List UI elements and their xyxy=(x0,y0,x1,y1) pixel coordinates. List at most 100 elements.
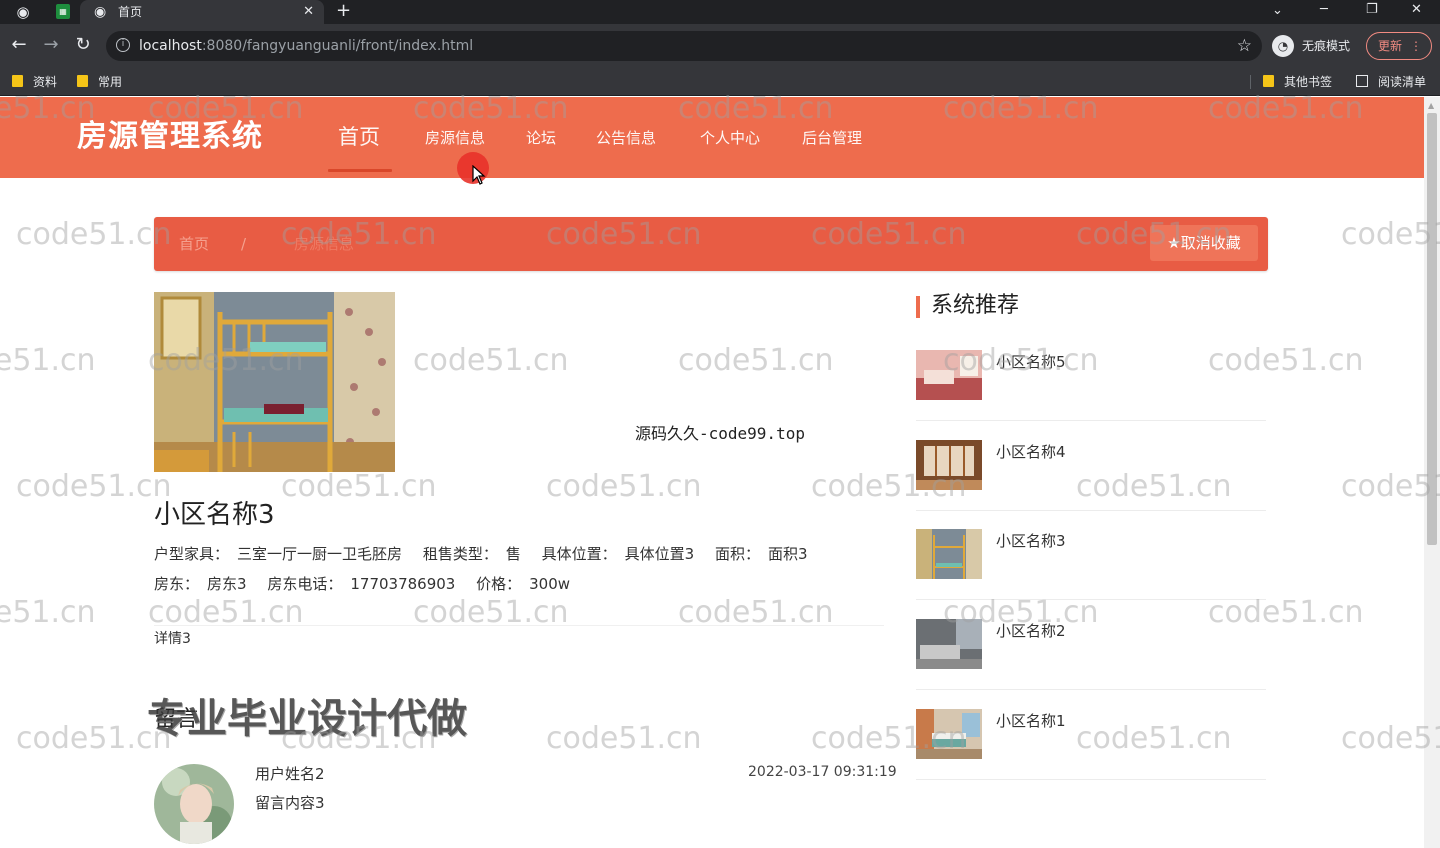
recommend-title: 系统推荐 xyxy=(931,293,1020,318)
mouse-cursor-icon xyxy=(472,165,486,185)
window-close-icon[interactable]: ✕ xyxy=(1411,1,1422,19)
nav-forum[interactable]: 论坛 xyxy=(526,127,556,149)
bookmark-folder-2[interactable]: 常用 xyxy=(77,73,122,91)
recommend-thumb[interactable] xyxy=(916,709,982,759)
forward-arrow-icon[interactable]: → xyxy=(40,34,62,56)
recommend-thumb[interactable] xyxy=(916,350,982,400)
section-accent-bar xyxy=(916,296,920,318)
address-bar[interactable]: i localhost:8080/fangyuanguanli/front/in… xyxy=(106,31,1262,61)
reading-list[interactable]: 阅读清单 xyxy=(1356,73,1426,91)
divider xyxy=(154,625,884,626)
unfavorite-label: 取消收藏 xyxy=(1180,234,1241,252)
page-viewport: 房源管理系统 首页 房源信息 论坛 公告信息 个人中心 后台管理 首页 / 房源… xyxy=(0,97,1440,848)
bookmark-folder-1[interactable]: 资料 xyxy=(12,73,57,91)
landlord-value: 房东3 xyxy=(207,575,247,593)
minimize-icon[interactable]: ─ xyxy=(1320,1,1328,19)
unfavorite-button[interactable]: ★取消收藏 xyxy=(1150,225,1258,261)
house-photo[interactable] xyxy=(154,292,395,472)
house-meta-row-1: 户型家具： 三室一厅一厨一卫毛胚房 租售类型： 售 具体位置： 具体位置3 面积： 面积… xyxy=(154,544,824,564)
nav-announcements[interactable]: 公告信息 xyxy=(596,127,656,149)
layout-key: 户型家具： xyxy=(154,545,230,563)
location-key: 具体位置： xyxy=(541,545,617,563)
scroll-up-arrow-icon[interactable]: ▲ xyxy=(1428,101,1434,110)
recommend-item[interactable]: 小区名称2 xyxy=(916,619,1266,709)
divider xyxy=(916,779,1266,780)
globe-icon[interactable]: ◉ xyxy=(14,3,32,21)
recommend-item[interactable]: 小区名称1 xyxy=(916,709,1266,799)
comment-time: 2022-03-17 09:31:19 xyxy=(748,764,897,780)
divider xyxy=(916,510,1266,511)
site-info-icon[interactable]: i xyxy=(116,38,130,52)
breadcrumb-separator: / xyxy=(241,235,247,253)
area-key: 面积： xyxy=(714,545,760,563)
recommend-name[interactable]: 小区名称1 xyxy=(996,711,1066,731)
bookmarks-divider xyxy=(1250,75,1251,89)
other-bookmarks[interactable]: 其他书签 xyxy=(1263,73,1332,91)
folder-icon xyxy=(77,75,88,87)
back-arrow-icon[interactable]: ← xyxy=(8,34,30,56)
update-button[interactable]: 更新 ⋮ xyxy=(1366,32,1432,60)
restore-icon[interactable]: ❐ xyxy=(1366,1,1378,19)
bookmark-star-icon[interactable]: ☆ xyxy=(1237,36,1252,56)
promo-text: 源码久久-code99.top xyxy=(635,424,805,443)
folder-icon xyxy=(12,75,23,87)
nav-admin[interactable]: 后台管理 xyxy=(802,127,862,149)
bookmarks-bar: 资料 常用 其他书签 阅读清单 xyxy=(0,68,1440,96)
incognito-icon: ◔ xyxy=(1272,35,1294,57)
price-value: 300w xyxy=(529,575,571,593)
overlay-ad-text: 专业毕业设计代做 xyxy=(147,696,467,742)
location-value: 具体位置3 xyxy=(624,545,695,563)
close-icon[interactable]: ✕ xyxy=(303,3,314,21)
avatar xyxy=(154,764,234,844)
reading-list-icon xyxy=(1356,75,1368,87)
page-scrollbar[interactable]: ▲ xyxy=(1424,97,1440,848)
recommend-name[interactable]: 小区名称2 xyxy=(996,621,1066,641)
layout-value: 三室一厅一厨一卫毛胚房 xyxy=(237,545,403,563)
address-url[interactable]: localhost:8080/fangyuanguanli/front/inde… xyxy=(139,37,473,55)
recommend-name[interactable]: 小区名称4 xyxy=(996,442,1066,462)
nav-personal-center[interactable]: 个人中心 xyxy=(700,127,760,149)
chevron-down-icon[interactable]: ⌄ xyxy=(1272,2,1283,20)
house-name: 小区名称3 xyxy=(154,500,275,530)
more-vert-icon: ⋮ xyxy=(1410,39,1422,53)
tab-title: 首页 xyxy=(118,5,143,19)
landlord-phone-value: 17703786903 xyxy=(350,575,456,593)
globe-icon: ◉ xyxy=(94,4,107,20)
star-icon: ★ xyxy=(1167,234,1181,252)
incognito-label: 无痕模式 xyxy=(1302,39,1351,53)
reload-icon[interactable]: ↻ xyxy=(72,34,94,56)
site-header: 房源管理系统 首页 房源信息 论坛 公告信息 个人中心 后台管理 xyxy=(0,97,1424,185)
recommend-item[interactable]: 小区名称3 xyxy=(916,529,1266,619)
breadcrumb-home[interactable]: 首页 xyxy=(179,234,209,254)
recommend-thumb[interactable] xyxy=(916,619,982,669)
house-meta-row-2: 房东： 房东3 房东电话： 17703786903 价格： 300w xyxy=(154,574,586,594)
recommend-item[interactable]: 小区名称5 xyxy=(916,350,1266,440)
browser-toolbar: ← → ↻ i localhost:8080/fangyuanguanli/fr… xyxy=(0,24,1440,68)
new-tab-plus-icon[interactable]: + xyxy=(336,0,351,22)
recommend-thumb[interactable] xyxy=(916,529,982,579)
folder-icon xyxy=(1263,75,1274,87)
nav-home[interactable]: 首页 xyxy=(338,123,380,151)
browser-tab-home[interactable]: ◉ 首页 ✕ xyxy=(80,0,324,24)
divider xyxy=(916,599,1266,600)
site-logo[interactable]: 房源管理系统 xyxy=(77,119,263,155)
landlord-phone-key: 房东电话： xyxy=(267,575,343,593)
breadcrumb: 首页 / 房源信息 ★取消收藏 xyxy=(154,217,1268,271)
recommend-item[interactable]: 小区名称4 xyxy=(916,440,1266,530)
divider xyxy=(916,420,1266,421)
scrollbar-thumb[interactable] xyxy=(1427,113,1437,545)
comment-content: 留言内容3 xyxy=(255,794,325,812)
browser-tab-bar: ◉ ▦ ◉ 首页 ✕ + ⌄ ─ ❐ ✕ xyxy=(0,0,1440,24)
area-value: 面积3 xyxy=(767,545,808,563)
recommend-name[interactable]: 小区名称3 xyxy=(996,531,1066,551)
comment-user: 用户姓名2 xyxy=(255,765,325,783)
sheets-app-icon[interactable]: ▦ xyxy=(56,4,70,19)
breadcrumb-current: 房源信息 xyxy=(294,235,355,253)
nav-house-info[interactable]: 房源信息 xyxy=(425,127,485,149)
trade-type-key: 租售类型： xyxy=(422,545,498,563)
recommend-thumb[interactable] xyxy=(916,440,982,490)
price-key: 价格： xyxy=(476,575,522,593)
recommend-name[interactable]: 小区名称5 xyxy=(996,352,1066,372)
landlord-key: 房东： xyxy=(154,575,200,593)
divider xyxy=(916,689,1266,690)
